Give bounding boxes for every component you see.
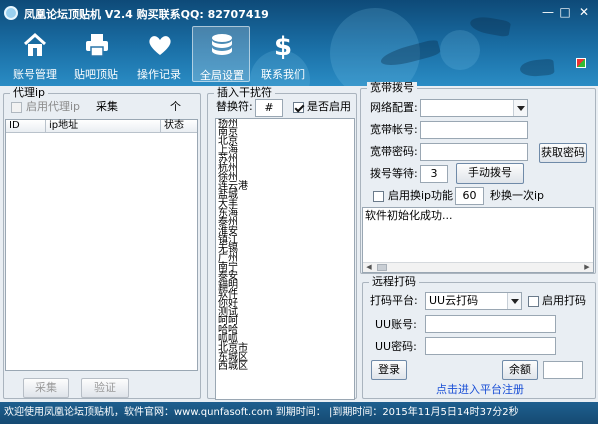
- toolbar-label: 全局设置: [200, 69, 244, 82]
- list-item[interactable]: 西城区: [216, 362, 354, 372]
- title-bar: 凤凰论坛顶贴机 V2.4 购买联系QQ: 82707419 — □ ✕: [0, 0, 598, 26]
- toolbar-operation-log[interactable]: 操作记录: [130, 26, 188, 82]
- proxy-collect-text: 采集: [96, 100, 118, 113]
- password-label: 宽带密码:: [370, 145, 418, 158]
- scroll-right-icon[interactable]: ▶: [582, 263, 592, 272]
- skin-icon[interactable]: [576, 58, 586, 68]
- uu-password-input[interactable]: [425, 337, 556, 355]
- collect-button[interactable]: 采集: [23, 378, 69, 398]
- enable-captcha-label: 启用打码: [542, 294, 586, 307]
- switch-ip-checkbox[interactable]: [373, 191, 384, 202]
- enable-proxy-checkbox[interactable]: [11, 102, 22, 113]
- toolbar-account-management[interactable]: 账号管理: [6, 26, 64, 82]
- insert-group-title: 插入干扰符: [214, 87, 275, 99]
- status-bar: 欢迎使用凤凰论坛顶贴机，软件官网：www.qunfasoft.com 到期时间：…: [0, 402, 598, 424]
- toolbar-label: 贴吧顶贴: [74, 68, 118, 81]
- account-input[interactable]: [420, 121, 528, 139]
- proxy-table[interactable]: ID ip地址 状态: [5, 119, 198, 371]
- heart-icon: [149, 36, 171, 55]
- login-button[interactable]: 登录: [371, 360, 407, 380]
- svg-text:$: $: [274, 32, 292, 60]
- switch-ip-label: 启用换ip功能: [388, 189, 454, 202]
- dial-wait-input[interactable]: 3: [420, 165, 448, 183]
- main-panel: 代理ip 启用代理ip 采集 个 ID ip地址 状态 采集 验证 插入干扰符 …: [0, 82, 598, 402]
- column-header-ip[interactable]: ip地址: [46, 120, 161, 133]
- balance-button[interactable]: 余额: [502, 360, 538, 380]
- chevron-down-icon: [513, 100, 527, 116]
- dial-wait-label: 拨号等待:: [370, 167, 418, 180]
- password-input[interactable]: [420, 143, 528, 161]
- column-header-status[interactable]: 状态: [161, 120, 197, 133]
- account-label: 宽带帐号:: [370, 123, 418, 136]
- replace-label: 替换符:: [216, 100, 253, 113]
- dialup-group-title: 宽带拨号: [367, 82, 417, 94]
- replace-enable-checkbox[interactable]: [293, 102, 304, 113]
- switch-ip-interval-input[interactable]: 60: [455, 187, 484, 205]
- chevron-down-icon: [507, 293, 521, 309]
- maximize-icon[interactable]: □: [557, 4, 573, 20]
- log-text: 软件初始化成功...: [365, 209, 453, 222]
- column-header-id[interactable]: ID: [6, 120, 46, 133]
- uu-account-input[interactable]: [425, 315, 556, 333]
- uu-password-label: UU密码:: [375, 340, 417, 353]
- scroll-left-icon[interactable]: ◀: [364, 263, 374, 272]
- remote-captcha-group-title: 远程打码: [369, 276, 419, 288]
- home-icon: [23, 32, 47, 56]
- proxy-group-title: 代理ip: [10, 87, 49, 99]
- platform-label: 打码平台:: [370, 294, 418, 307]
- dollar-icon: $: [274, 32, 292, 60]
- toolbar-global-settings[interactable]: 全局设置: [192, 26, 250, 82]
- manual-dial-button[interactable]: 手动拨号: [456, 163, 524, 184]
- enable-proxy-label: 启用代理ip: [26, 100, 81, 113]
- database-icon: [212, 34, 232, 55]
- replace-enable-label: 是否启用: [307, 100, 351, 113]
- replace-input[interactable]: #: [255, 99, 283, 117]
- interference-word-list[interactable]: 扬州 南京 北京 上海 苏州 杭州 徐州 连云港 盐城 大丰 东海 泰州 淮安 …: [215, 118, 355, 400]
- network-config-select[interactable]: [420, 99, 528, 117]
- network-config-label: 网络配置:: [370, 101, 418, 114]
- verify-button[interactable]: 验证: [81, 378, 129, 398]
- register-platform-link[interactable]: 点击进入平台注册: [436, 383, 524, 397]
- app-logo-icon: [4, 6, 18, 20]
- window-title: 凤凰论坛顶贴机 V2.4 购买联系QQ: 82707419: [24, 8, 269, 21]
- uu-account-label: UU账号:: [375, 318, 417, 331]
- minimize-icon[interactable]: —: [540, 4, 556, 20]
- log-horizontal-scrollbar[interactable]: ◀ ▶: [363, 262, 593, 272]
- toolbar-label: 账号管理: [13, 68, 57, 81]
- toolbar-label: 联系我们: [261, 68, 305, 81]
- switch-ip-suffix: 秒换一次ip: [490, 189, 545, 202]
- header-banner: 凤凰论坛顶贴机 V2.4 购买联系QQ: 82707419 — □ ✕ 账号管理…: [0, 0, 598, 86]
- toolbar-contact-us[interactable]: $ 联系我们: [254, 26, 312, 82]
- scroll-thumb[interactable]: [377, 264, 387, 271]
- app-window: 凤凰论坛顶贴机 V2.4 购买联系QQ: 82707419 — □ ✕ 账号管理…: [0, 0, 598, 424]
- printer-icon: [86, 34, 108, 57]
- proxy-count-unit: 个: [170, 100, 181, 113]
- close-icon[interactable]: ✕: [576, 4, 592, 20]
- balance-input[interactable]: [543, 361, 583, 379]
- toolbar-label: 操作记录: [137, 68, 181, 81]
- platform-select[interactable]: UU云打码: [425, 292, 522, 310]
- get-password-button[interactable]: 获取密码: [539, 143, 587, 163]
- toolbar-tieba-bump[interactable]: 贴吧顶贴: [67, 26, 125, 82]
- enable-captcha-checkbox[interactable]: [528, 296, 539, 307]
